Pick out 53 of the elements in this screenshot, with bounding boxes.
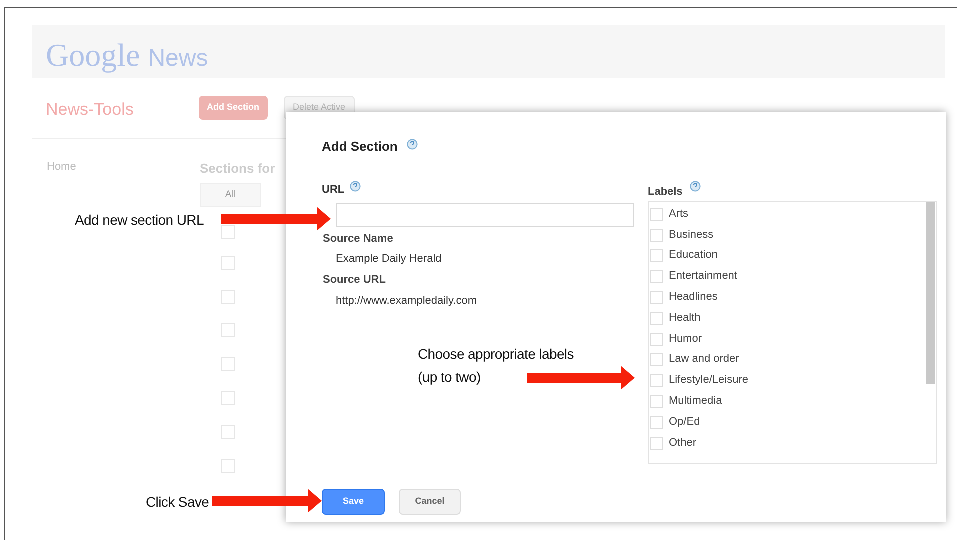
checkbox[interactable]: [221, 323, 235, 337]
checkbox[interactable]: [650, 332, 663, 346]
cancel-button[interactable]: Cancel: [399, 489, 461, 515]
checkbox[interactable]: [650, 416, 663, 429]
field-label: URL: [322, 183, 345, 198]
source-url: http://www.exampledaily.com: [336, 294, 478, 309]
checkbox[interactable]: [221, 459, 235, 473]
annotation-text: Click Save: [146, 493, 210, 512]
checkbox[interactable]: [650, 228, 663, 242]
source-name: Example Daily Herald: [336, 252, 442, 267]
checkbox[interactable]: [221, 256, 235, 270]
checkbox[interactable]: [650, 395, 663, 408]
field-label: Source URL: [323, 273, 386, 288]
arrow-icon: [221, 207, 331, 231]
label-option[interactable]: Other: [669, 436, 697, 450]
label-option[interactable]: Multimedia: [669, 395, 722, 408]
checkbox[interactable]: [650, 312, 663, 325]
checkbox[interactable]: [221, 425, 235, 439]
app-title: News-Tools: [46, 99, 134, 121]
checkbox[interactable]: [221, 357, 235, 371]
arrow-icon: [527, 366, 635, 390]
checkbox[interactable]: [650, 249, 663, 262]
label-option[interactable]: Law and order: [669, 353, 740, 366]
field-label: Labels: [648, 185, 683, 200]
help-icon[interactable]: [407, 139, 418, 150]
label-option[interactable]: Health: [669, 312, 701, 325]
annotation-text: Add new section URL: [75, 211, 204, 230]
label-option[interactable]: Business: [669, 228, 714, 242]
help-icon[interactable]: [350, 181, 361, 192]
checkbox[interactable]: [650, 291, 663, 304]
checkbox[interactable]: [650, 436, 663, 450]
url-input[interactable]: [336, 203, 634, 227]
checkbox[interactable]: [221, 225, 235, 239]
field-label: Source Name: [323, 232, 394, 247]
label-option[interactable]: Humor: [669, 332, 702, 346]
label-option[interactable]: Education: [669, 249, 718, 262]
label-option[interactable]: Headlines: [669, 291, 718, 304]
label-option[interactable]: Entertainment: [669, 270, 738, 284]
dialog-title: Add Section: [322, 138, 398, 156]
scrollbar[interactable]: [926, 202, 935, 384]
checkbox[interactable]: [221, 290, 235, 304]
help-icon[interactable]: [690, 181, 701, 192]
arrow-icon: [212, 489, 322, 513]
label-option[interactable]: Arts: [669, 208, 689, 221]
logo: Google News: [46, 36, 208, 75]
checkbox[interactable]: [650, 374, 663, 388]
checkbox[interactable]: [650, 208, 663, 221]
annotation-text: Choose appropriate labels (up to two): [418, 345, 574, 387]
checkbox[interactable]: [650, 270, 663, 284]
label-option[interactable]: Op/Ed: [669, 416, 700, 429]
label-option[interactable]: Lifestyle/Leisure: [669, 374, 748, 388]
checkbox[interactable]: [221, 391, 235, 405]
checkbox[interactable]: [650, 353, 663, 366]
